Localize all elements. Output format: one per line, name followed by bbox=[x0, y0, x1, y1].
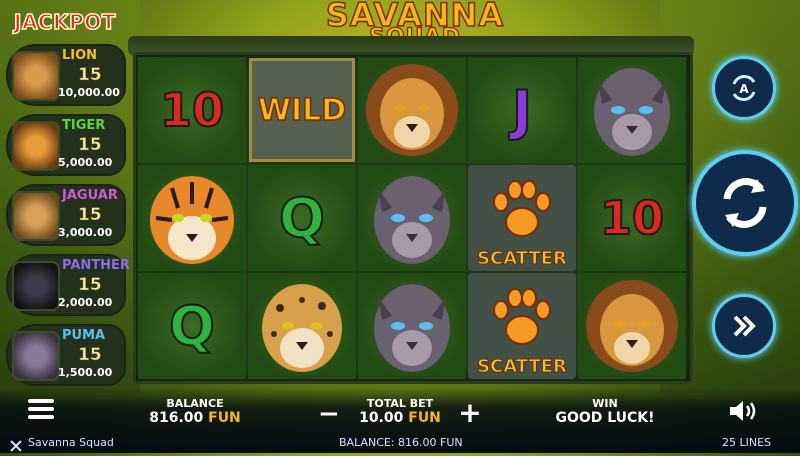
jackpot-amount: 1,500.00 bbox=[58, 366, 113, 379]
reel2-cell2: Q bbox=[248, 165, 356, 271]
reel4-cell3: SCATTER bbox=[468, 273, 576, 379]
lion-portrait-icon bbox=[12, 51, 60, 101]
reel5-cell2: 10 bbox=[578, 165, 686, 271]
symbol-ten: 10 bbox=[159, 82, 225, 138]
autoplay-button[interactable]: A bbox=[712, 56, 776, 120]
jackpot-item-jaguar: JAGUAR 15 3,000.00 bbox=[6, 184, 126, 246]
jackpot-name: LION bbox=[62, 48, 98, 63]
jackpot-count: 15 bbox=[78, 275, 102, 296]
reel5-cell1 bbox=[578, 57, 686, 163]
reel-grid: 10 Q WILD Q J SCATTER SCATTER 10 bbox=[133, 52, 693, 384]
scatter-label: SCATTER bbox=[477, 248, 568, 270]
jackpot-amount: 3,000.00 bbox=[58, 226, 113, 239]
balance-label: BALANCE bbox=[166, 397, 224, 410]
reel2-cell1: WILD bbox=[248, 57, 356, 163]
menu-button[interactable] bbox=[26, 397, 56, 421]
lion-symbol-icon bbox=[586, 280, 678, 372]
puma-symbol-icon bbox=[374, 176, 450, 264]
sound-button[interactable] bbox=[728, 398, 760, 424]
autoplay-icon: A bbox=[732, 75, 756, 101]
spin-icon bbox=[723, 178, 767, 228]
symbol-j: J bbox=[511, 78, 533, 143]
win-label: WIN bbox=[592, 397, 618, 410]
spin-button[interactable] bbox=[692, 150, 798, 256]
symbol-wild: WILD bbox=[249, 58, 355, 162]
jackpot-count: 15 bbox=[78, 135, 102, 156]
reel4-cell1: J bbox=[468, 57, 576, 163]
balance-amount: 816.00 bbox=[149, 410, 204, 426]
hamburger-menu-icon bbox=[28, 399, 54, 419]
reel1-cell2 bbox=[138, 165, 246, 271]
jackpot-amount: 10,000.00 bbox=[58, 86, 120, 99]
jackpot-count: 15 bbox=[78, 65, 102, 86]
balance-currency: FUN bbox=[208, 410, 241, 426]
tiger-symbol-icon bbox=[150, 176, 234, 264]
balance-display: 816.00 FUN bbox=[140, 410, 250, 426]
puma-portrait-icon bbox=[12, 331, 60, 381]
scatter-label: SCATTER bbox=[477, 356, 568, 378]
puma-symbol-icon bbox=[594, 68, 670, 156]
symbol-ten: 10 bbox=[599, 190, 665, 246]
svg-text:A: A bbox=[739, 82, 749, 96]
panther-portrait-icon bbox=[12, 261, 60, 311]
speaker-icon bbox=[730, 401, 756, 421]
paw-scatter-icon bbox=[493, 288, 551, 345]
bet-currency: FUN bbox=[408, 410, 441, 426]
jackpot-item-lion: LION 15 10,000.00 bbox=[6, 44, 126, 106]
reel2-cell3 bbox=[248, 273, 356, 379]
jackpot-item-puma: PUMA 15 1,500.00 bbox=[6, 324, 126, 386]
bet-increase-button[interactable]: + bbox=[458, 399, 482, 427]
reel5-cell3 bbox=[578, 273, 686, 379]
footer-game-name: Savanna Squad bbox=[28, 436, 114, 449]
symbol-q: Q bbox=[168, 294, 216, 359]
jackpot-item-panther: PANTHER 15 2,000.00 bbox=[6, 254, 130, 316]
reel3-cell1 bbox=[358, 57, 466, 163]
jaguar-symbol-icon bbox=[262, 284, 342, 372]
jackpot-count: 15 bbox=[78, 205, 102, 226]
tiger-portrait-icon bbox=[12, 121, 60, 171]
symbol-q: Q bbox=[278, 186, 326, 251]
fullscreen-icon[interactable] bbox=[10, 437, 22, 452]
jackpot-name: TIGER bbox=[62, 118, 106, 133]
reel1-cell1: 10 bbox=[138, 57, 246, 163]
jackpot-title: JACKPOT bbox=[13, 9, 116, 35]
jackpot-count: 15 bbox=[78, 345, 102, 366]
turbo-button[interactable] bbox=[712, 294, 776, 358]
jackpot-amount: 2,000.00 bbox=[58, 296, 113, 309]
jackpot-item-tiger: TIGER 15 5,000.00 bbox=[6, 114, 126, 176]
reel4-cell2: SCATTER bbox=[468, 165, 576, 271]
jackpot-list: LION 15 10,000.00 TIGER 15 5,000.00 JAGU… bbox=[6, 44, 130, 394]
puma-symbol-icon bbox=[374, 284, 450, 372]
jackpot-name: PUMA bbox=[62, 328, 106, 343]
lion-symbol-icon bbox=[366, 64, 458, 156]
jackpot-amount: 5,000.00 bbox=[58, 156, 113, 169]
bet-decrease-button[interactable]: − bbox=[318, 401, 340, 427]
total-bet-label: TOTAL BET bbox=[366, 397, 434, 410]
fast-forward-icon bbox=[733, 315, 756, 337]
reel3-cell2 bbox=[358, 165, 466, 271]
reel1-cell3: Q bbox=[138, 273, 246, 379]
jaguar-portrait-icon bbox=[12, 191, 60, 241]
footer-lines: 25 LINES bbox=[722, 436, 772, 449]
win-message: GOOD LUCK! bbox=[555, 410, 655, 426]
reel3-cell3 bbox=[358, 273, 466, 379]
footer-balance: BALANCE: 816.00 FUN bbox=[339, 436, 463, 449]
jackpot-name: PANTHER bbox=[62, 258, 130, 273]
total-bet-amount: 10.00 bbox=[359, 410, 404, 426]
paw-scatter-icon bbox=[493, 180, 551, 237]
jackpot-name: JAGUAR bbox=[62, 188, 118, 203]
total-bet-display: 10.00 FUN bbox=[345, 410, 455, 426]
